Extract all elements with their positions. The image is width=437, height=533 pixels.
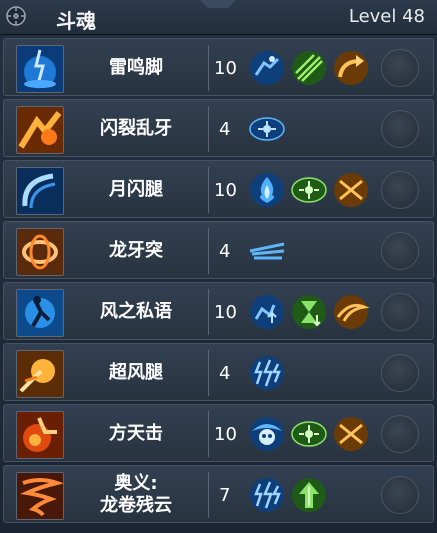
empty-rune-slot[interactable]: [381, 232, 419, 270]
rune-list: [248, 354, 286, 392]
divider: [208, 350, 209, 396]
rune-list: [248, 476, 328, 514]
orange-cross-rune-icon[interactable]: [332, 415, 370, 453]
green-spread-rune-icon[interactable]: [290, 171, 328, 209]
rune-list: [248, 415, 370, 453]
spirit-icon: [5, 5, 27, 27]
dragon-fang-thrust-skill-icon: [16, 228, 64, 276]
skill-level: 7: [219, 484, 231, 506]
rune-list: [248, 293, 370, 331]
skill-name: 风之私语: [100, 301, 172, 322]
sky-strike-skill-icon: [16, 411, 64, 459]
blue-spread-rune-icon[interactable]: [248, 110, 286, 148]
orange-cross-rune-icon[interactable]: [332, 171, 370, 209]
blue-stream-rune-icon[interactable]: [248, 232, 286, 270]
character-level: Level 48: [348, 6, 425, 27]
skill-level: 4: [219, 362, 231, 384]
skill-name-line-1: 奥义:: [114, 473, 158, 494]
blue-bolt-rune-icon[interactable]: [248, 354, 286, 392]
rune-list: [248, 171, 370, 209]
divider: [208, 45, 209, 91]
skill-name: 龙牙突: [109, 240, 163, 261]
empty-rune-slot[interactable]: [381, 354, 419, 392]
header-notch: [200, 0, 236, 8]
skill-row[interactable]: 月闪腿 10: [3, 160, 434, 218]
skill-row[interactable]: 龙牙突 4: [3, 221, 434, 279]
skill-name: 方天击: [109, 423, 163, 444]
divider: [208, 289, 209, 335]
divider: [208, 106, 209, 152]
empty-rune-slot[interactable]: [381, 415, 419, 453]
green-slash-rune-icon[interactable]: [290, 49, 328, 87]
empty-rune-slot[interactable]: [381, 171, 419, 209]
tornado-ultimate-skill-icon: [16, 472, 64, 520]
skill-level: 4: [219, 118, 231, 140]
divider: [208, 167, 209, 213]
skill-level: 10: [214, 301, 237, 323]
divider: [208, 411, 209, 457]
skill-row[interactable]: 超风腿 4: [3, 343, 434, 401]
skill-name: 超风腿: [109, 362, 163, 383]
skill-row[interactable]: 奥义: 龙卷残云 7: [3, 465, 434, 523]
skill-row[interactable]: 风之私语 10: [3, 282, 434, 340]
lightning-kick-skill-icon: [16, 45, 64, 93]
blue-move-rune-icon[interactable]: [248, 293, 286, 331]
skill-row[interactable]: 雷鸣脚 10: [3, 38, 434, 96]
orange-arc-rune-icon[interactable]: [332, 49, 370, 87]
rune-list: [248, 232, 286, 270]
skill-list: 雷鸣脚 10 闪裂乱牙 4 月闪腿 10 龙牙突 4 风之私语 10 超风腿 4…: [3, 38, 434, 526]
skill-level: 10: [214, 179, 237, 201]
empty-rune-slot[interactable]: [381, 476, 419, 514]
empty-rune-slot[interactable]: [381, 49, 419, 87]
skill-level: 4: [219, 240, 231, 262]
skill-level: 10: [214, 423, 237, 445]
divider: [208, 228, 209, 274]
skill-name-line-2: 龙卷残云: [100, 495, 172, 516]
skill-panel: 斗魂 Level 48 雷鸣脚 10 闪裂乱牙 4 月闪腿 10 龙牙突 4 风…: [0, 0, 437, 533]
panel-header: 斗魂 Level 48: [0, 0, 437, 35]
dash-rune-icon[interactable]: [248, 49, 286, 87]
empty-rune-slot[interactable]: [381, 293, 419, 331]
green-spread-rune-icon[interactable]: [290, 415, 328, 453]
blue-skull-rune-icon[interactable]: [248, 415, 286, 453]
divider: [208, 472, 209, 518]
skill-name: 奥义: 龙卷残云: [68, 466, 204, 524]
empty-rune-slot[interactable]: [381, 110, 419, 148]
green-arrow-rune-icon[interactable]: [290, 476, 328, 514]
skill-level: 10: [214, 57, 237, 79]
rune-list: [248, 110, 286, 148]
skill-name: 雷鸣脚: [109, 57, 163, 78]
moon-flash-kick-skill-icon: [16, 167, 64, 215]
skill-row[interactable]: 方天击 10: [3, 404, 434, 462]
skill-name: 月闪腿: [109, 179, 163, 200]
flash-fang-skill-icon: [16, 106, 64, 154]
rune-list: [248, 49, 370, 87]
orange-swirl-rune-icon[interactable]: [332, 293, 370, 331]
skill-row[interactable]: 闪裂乱牙 4: [3, 99, 434, 157]
skill-name: 闪裂乱牙: [100, 118, 172, 139]
wind-whisper-skill-icon: [16, 289, 64, 337]
blue-bolt-rune-icon[interactable]: [248, 476, 286, 514]
green-hourglass-rune-icon[interactable]: [290, 293, 328, 331]
class-title: 斗魂: [56, 9, 96, 33]
super-wind-kick-skill-icon: [16, 350, 64, 398]
blue-flame-rune-icon[interactable]: [248, 171, 286, 209]
